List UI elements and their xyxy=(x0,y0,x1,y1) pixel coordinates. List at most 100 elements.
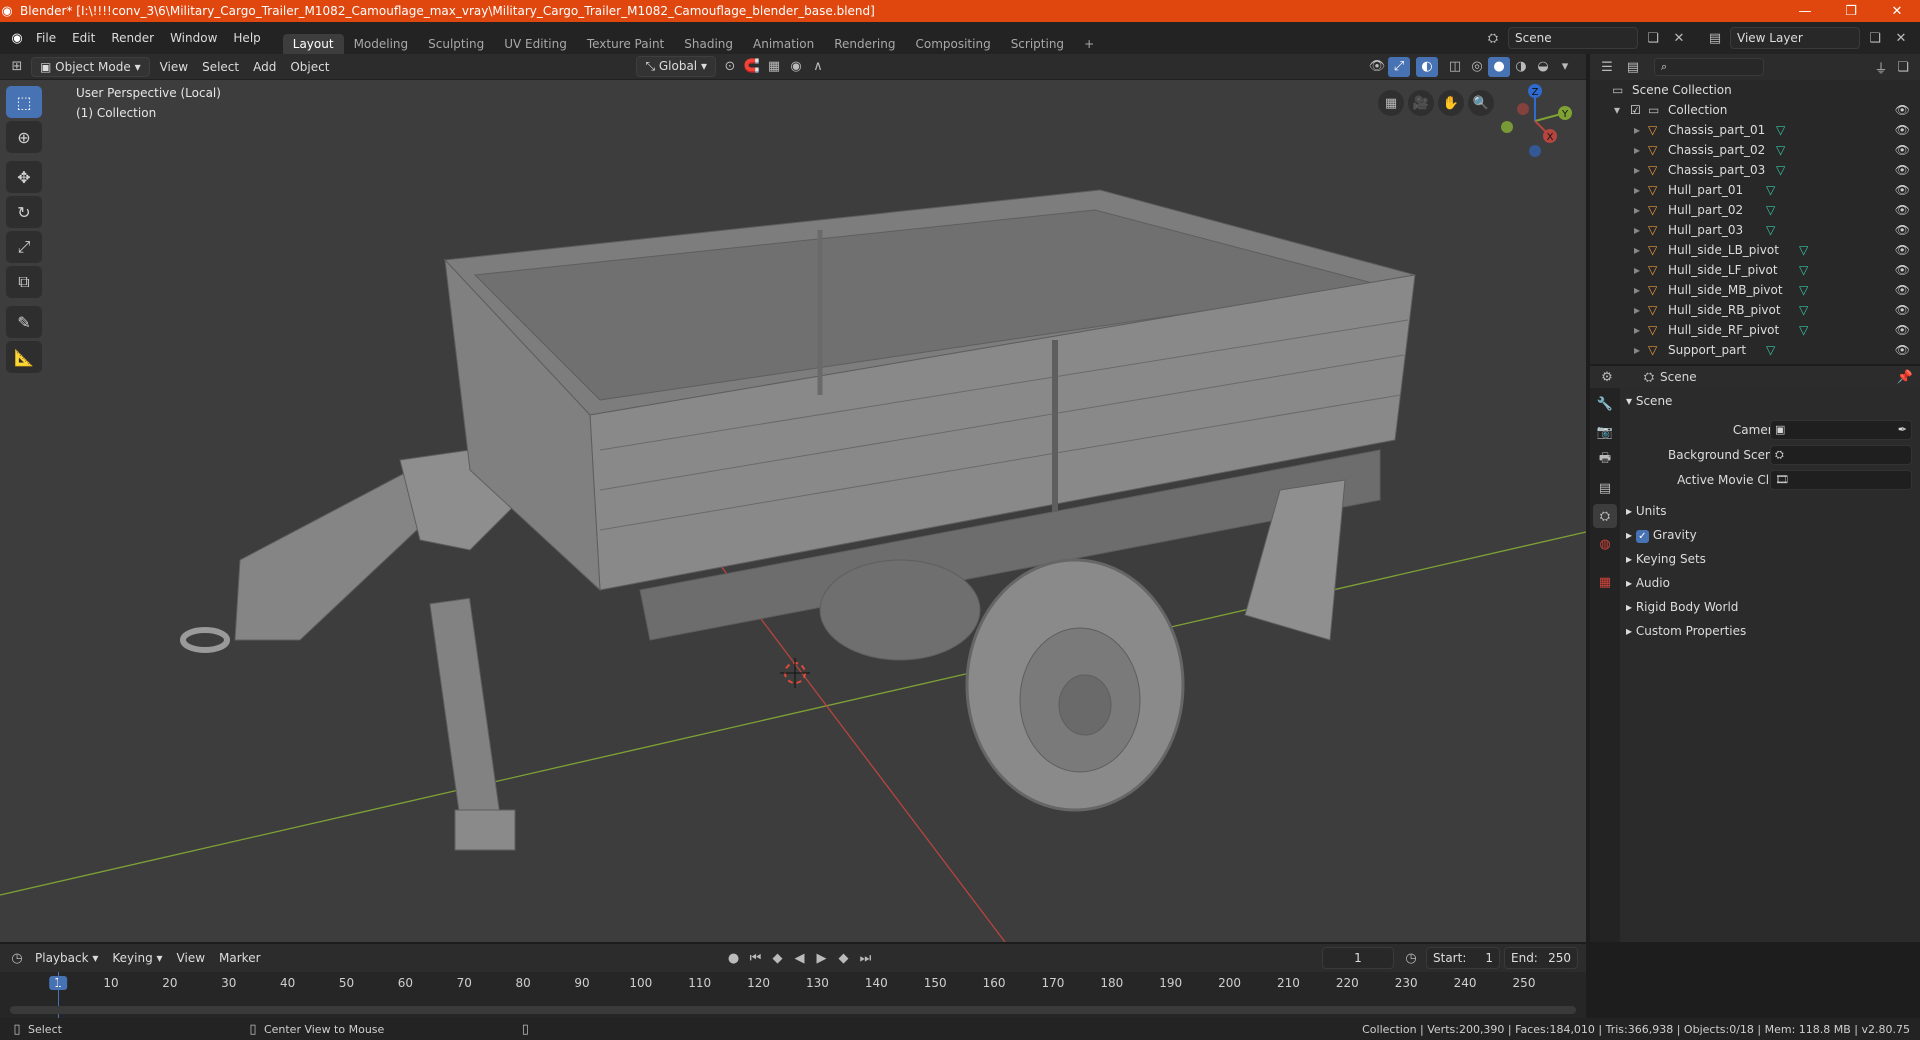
menu-timeline-view[interactable]: View xyxy=(170,949,212,967)
tab-rendering[interactable]: Rendering xyxy=(824,34,905,54)
tab-modeling[interactable]: Modeling xyxy=(344,34,419,54)
current-frame-field[interactable]: 1 xyxy=(1322,947,1394,969)
menu-render[interactable]: Render xyxy=(103,31,162,45)
tab-animation[interactable]: Animation xyxy=(743,34,824,54)
pan-hand-icon[interactable]: ✋ xyxy=(1438,90,1464,116)
mode-selector[interactable]: ▣ Object Mode ▾ xyxy=(31,56,150,77)
tab-compositing[interactable]: Compositing xyxy=(905,34,1000,54)
material-shading-icon[interactable]: ◑ xyxy=(1510,57,1532,77)
tab-layout[interactable]: Layout xyxy=(282,34,344,54)
filter-icon[interactable]: ⏚ xyxy=(1870,57,1892,77)
play-icon[interactable]: ▶ xyxy=(811,948,833,968)
solid-shading-icon[interactable]: ● xyxy=(1488,56,1510,77)
pivot-icon[interactable]: ⊙ xyxy=(719,57,741,77)
world-tab[interactable]: ◍ xyxy=(1593,532,1617,556)
jump-start-icon[interactable]: ⏮ xyxy=(745,948,767,968)
outliner-object-row[interactable]: ▸ ▽ Hull_side_LB_pivot ▽ 👁 xyxy=(1590,240,1920,260)
expand-arrow-icon[interactable]: ▸ xyxy=(1634,223,1640,237)
gravity-checkbox[interactable]: ✓ xyxy=(1635,530,1649,543)
falloff-icon[interactable]: ∧ xyxy=(807,57,829,77)
transform-tool[interactable]: ⧉ xyxy=(6,266,42,298)
timeline-area[interactable]: 1102030405060708090100110120130140150160… xyxy=(0,972,1586,1024)
scale-tool[interactable]: ⤢ xyxy=(6,231,42,263)
menu-keying[interactable]: Keying ▾ xyxy=(105,949,169,967)
tab-uv-editing[interactable]: UV Editing xyxy=(494,34,577,54)
annotate-tool[interactable]: ✎ xyxy=(6,306,42,338)
pin-icon[interactable]: 📌 xyxy=(1894,367,1916,387)
eye-icon[interactable]: 👁 xyxy=(1895,303,1910,317)
start-frame-field[interactable]: Start: 1 xyxy=(1426,947,1500,969)
shading-options-icon[interactable]: ▾ xyxy=(1554,57,1576,77)
select-box-tool[interactable]: ⬚ xyxy=(6,86,42,118)
rotate-tool[interactable]: ↻ xyxy=(6,196,42,228)
new-collection-icon[interactable]: ❏ xyxy=(1892,57,1914,77)
jump-end-icon[interactable]: ⏭ xyxy=(855,948,877,968)
record-icon[interactable]: ● xyxy=(723,948,745,968)
menu-help[interactable]: Help xyxy=(225,31,268,45)
eye-icon[interactable]: 👁 xyxy=(1895,343,1910,357)
custom-properties-section[interactable]: ▸ Custom Properties xyxy=(1626,624,1746,638)
scene-panel-header[interactable]: ▾ Scene xyxy=(1626,394,1672,408)
expand-arrow-icon[interactable]: ▸ xyxy=(1634,163,1640,177)
gizmo-neg-x[interactable] xyxy=(1517,103,1529,115)
orientation-selector[interactable]: ⤡ Global ▾ xyxy=(636,56,716,77)
outliner-object-row[interactable]: ▸ ▽ Hull_side_RB_pivot ▽ 👁 xyxy=(1590,300,1920,320)
eye-icon[interactable]: 👁 xyxy=(1895,163,1910,177)
overlay-toggle-icon[interactable]: ◐ xyxy=(1416,56,1438,77)
close-button[interactable]: ✕ xyxy=(1874,4,1920,19)
eye-icon[interactable]: 👁 xyxy=(1895,103,1910,117)
expand-arrow-icon[interactable]: ▸ xyxy=(1634,263,1640,277)
new-view-layer-icon[interactable]: ❏ xyxy=(1864,28,1886,48)
rigid-body-world-section[interactable]: ▸ Rigid Body World xyxy=(1626,600,1738,614)
proportional-edit-icon[interactable]: ◉ xyxy=(785,57,807,77)
scene-tab[interactable]: ⛭ xyxy=(1593,504,1617,528)
eye-icon[interactable]: 👁 xyxy=(1895,263,1910,277)
rendered-shading-icon[interactable]: ◒ xyxy=(1532,57,1554,77)
gizmo-toggle-icon[interactable]: ⤢ xyxy=(1388,56,1410,77)
delete-view-layer-icon[interactable]: ✕ xyxy=(1890,28,1912,48)
expand-arrow-icon[interactable]: ▸ xyxy=(1634,323,1640,337)
outliner-collection[interactable]: ▾ ☑ ▭ Collection 👁 xyxy=(1590,100,1920,120)
maximize-button[interactable]: ❐ xyxy=(1828,4,1874,19)
minimize-button[interactable]: — xyxy=(1782,4,1828,19)
end-frame-field[interactable]: End: 250 xyxy=(1504,947,1578,969)
move-tool[interactable]: ✥ xyxy=(6,161,42,193)
tool-tab[interactable]: 🔧 xyxy=(1593,392,1617,416)
camera-view-icon[interactable]: 🎥 xyxy=(1408,90,1434,116)
eye-icon[interactable]: 👁 xyxy=(1895,203,1910,217)
eye-icon[interactable]: 👁 xyxy=(1895,243,1910,257)
3d-viewport[interactable]: User Perspective (Local) (1) Collection … xyxy=(0,80,1586,942)
toggle-camera-grid-icon[interactable]: ▦ xyxy=(1378,90,1404,116)
play-reverse-icon[interactable]: ◀ xyxy=(789,948,811,968)
measure-tool[interactable]: 📐 xyxy=(6,341,42,373)
prev-keyframe-icon[interactable]: ◆ xyxy=(767,948,789,968)
wireframe-shading-icon[interactable]: ◎ xyxy=(1466,57,1488,77)
outliner-search-input[interactable]: ⌕ xyxy=(1654,58,1764,76)
eye-icon[interactable]: 👁 xyxy=(1895,123,1910,137)
outliner-object-row[interactable]: ▸ ▽ Hull_side_RF_pivot ▽ 👁 xyxy=(1590,320,1920,340)
outliner-object-row[interactable]: ▸ ▽ Chassis_part_01 ▽ 👁 xyxy=(1590,120,1920,140)
eye-icon[interactable]: 👁 xyxy=(1895,183,1910,197)
eye-icon[interactable]: 👁 xyxy=(1895,143,1910,157)
timeline-scrollbar[interactable] xyxy=(10,1006,1576,1014)
expand-arrow-icon[interactable]: ▸ xyxy=(1634,303,1640,317)
menu-playback[interactable]: Playback ▾ xyxy=(28,949,105,967)
menu-select[interactable]: Select xyxy=(195,58,246,76)
expand-arrow-icon[interactable]: ▸ xyxy=(1634,283,1640,297)
units-section[interactable]: ▸ Units xyxy=(1626,504,1667,518)
preview-range-icon[interactable]: ◷ xyxy=(1400,948,1422,968)
view-layer-tab[interactable]: ▤ xyxy=(1593,476,1617,500)
expand-arrow-icon[interactable]: ▸ xyxy=(1634,203,1640,217)
snap-icon[interactable]: 🧲 xyxy=(741,57,763,77)
eye-icon[interactable]: 👁 xyxy=(1895,283,1910,297)
texture-tab[interactable]: ▦ xyxy=(1593,570,1617,594)
gizmo-neg-y[interactable] xyxy=(1501,121,1513,133)
view-layer-selector[interactable]: View Layer xyxy=(1730,27,1860,49)
add-workspace-button[interactable]: + xyxy=(1074,34,1104,54)
expand-arrow-icon[interactable]: ▸ xyxy=(1634,243,1640,257)
menu-window[interactable]: Window xyxy=(162,31,225,45)
tab-texture-paint[interactable]: Texture Paint xyxy=(577,34,674,54)
scene-selector[interactable]: Scene xyxy=(1508,27,1638,49)
delete-scene-icon[interactable]: ✕ xyxy=(1668,28,1690,48)
blender-menu-icon[interactable]: ◉ xyxy=(6,28,28,48)
